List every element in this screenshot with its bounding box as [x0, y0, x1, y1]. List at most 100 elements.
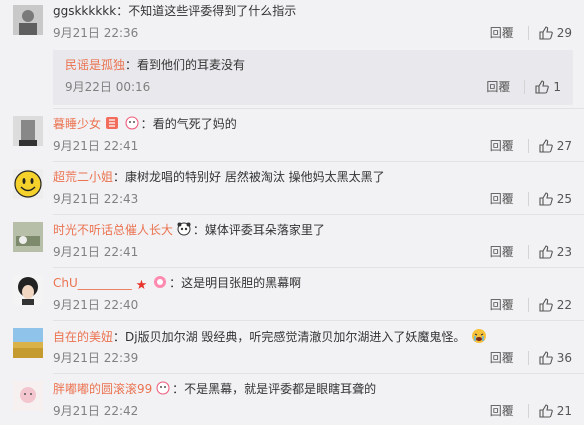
- comment-text: 不是黑幕，就是评委都是眼瞎耳聋的: [184, 382, 377, 396]
- comment-text: 看到他们的耳麦没有: [137, 58, 246, 72]
- comment-item: ChU_________ ★ ：这是明目张胆的黑幕啊 9月21日 22:40 回…: [0, 271, 584, 321]
- like-count: 29: [556, 26, 572, 40]
- comment-separator: ：: [169, 276, 182, 290]
- comment-item: 时光不听话总催人长大 ：媒体评委耳朵落家里了 9月21日 22:41 回覆 23: [0, 218, 584, 268]
- username-link[interactable]: 超荒二小姐: [53, 170, 113, 184]
- username-link[interactable]: 暮睡少女: [53, 117, 101, 131]
- username-link[interactable]: 时光不听话总催人长大: [53, 223, 173, 237]
- comment-text: 不知道这些评委得到了什么指示: [128, 4, 297, 18]
- thumbs-up-icon: [539, 245, 553, 259]
- like-count: 21: [556, 404, 572, 418]
- divider: [53, 214, 584, 215]
- avatar[interactable]: [13, 275, 43, 305]
- thumbs-up-icon: [539, 139, 553, 153]
- avatar[interactable]: [13, 328, 43, 358]
- comment-item: 自在的美妞：Dj版贝加尔湖 毁经典，听完感觉清澈贝加尔湖进入了妖魔鬼怪。 9月2…: [0, 324, 584, 374]
- like-count: 1: [553, 80, 561, 94]
- comment-text: 这是明目张胆的黑幕啊: [181, 276, 302, 290]
- comment-time: 9月21日 22:39: [53, 351, 139, 365]
- username-link[interactable]: 胖嘟嘟的圆滚滚99: [53, 382, 152, 396]
- comment-text: 看的气死了妈的: [152, 117, 237, 131]
- divider: [524, 80, 526, 94]
- crying-emoji-icon: [472, 329, 487, 343]
- reply-button[interactable]: 回覆: [490, 403, 514, 419]
- thumbs-up-icon: [535, 80, 550, 94]
- avatar[interactable]: [13, 116, 43, 146]
- comment-separator: ：: [113, 330, 126, 344]
- like-button[interactable]: 36: [539, 350, 572, 366]
- star-icon: ★: [135, 278, 148, 293]
- avatar[interactable]: [13, 169, 43, 199]
- username-link[interactable]: 民谣是孤独: [65, 58, 125, 72]
- divider: [527, 245, 529, 259]
- like-button[interactable]: 22: [539, 297, 572, 313]
- avatar[interactable]: [13, 381, 43, 411]
- avatar[interactable]: [13, 5, 43, 35]
- avatar[interactable]: [13, 222, 43, 252]
- divider: [527, 26, 529, 40]
- divider: [53, 320, 584, 321]
- divider: [53, 267, 584, 268]
- reply-button[interactable]: 回覆: [490, 191, 514, 207]
- like-count: 27: [556, 139, 572, 153]
- comment-time: 9月22日 00:16: [65, 80, 151, 94]
- reply-button[interactable]: 回覆: [486, 79, 510, 95]
- reply-button[interactable]: 回覆: [490, 297, 514, 313]
- comment-item: ggskkkkkk：不知道这些评委得到了什么指示 9月21日 22:36 回覆 …: [0, 0, 584, 123]
- comment-text: 康树龙唱的特别好 居然被淘汰 操他妈太黑太黑了: [125, 170, 385, 184]
- thumbs-up-icon: [539, 192, 553, 206]
- comment-time: 9月21日 22:41: [53, 139, 139, 153]
- comment-separator: ：: [125, 58, 138, 72]
- comment-text: Dj版贝加尔湖 毁经典，听完感觉清澈贝加尔湖进入了妖魔鬼怪。: [125, 330, 466, 344]
- comment-time: 9月21日 22:43: [53, 192, 139, 206]
- like-count: 25: [556, 192, 572, 206]
- comment-item: 胖嘟嘟的圆滚滚99 ：不是黑幕，就是评委都是眼瞎耳聋的 9月21日 22:42 …: [0, 377, 584, 425]
- comment-separator: ：: [140, 117, 153, 131]
- comment-time: 9月21日 22:41: [53, 245, 139, 259]
- thumbs-up-icon: [539, 298, 553, 312]
- emoji-badge-icon: [125, 116, 139, 130]
- comment-item: 超荒二小姐：康树龙唱的特别好 居然被淘汰 操他妈太黑太黑了 9月21日 22:4…: [0, 165, 584, 215]
- thumbs-up-icon: [539, 351, 553, 365]
- reply-button[interactable]: 回覆: [490, 350, 514, 366]
- thumbs-up-icon: [539, 404, 553, 418]
- comment-separator: ：: [116, 4, 129, 18]
- comment-separator: ：: [113, 170, 126, 184]
- username-link[interactable]: ChU_________: [53, 276, 132, 290]
- divider: [527, 298, 529, 312]
- comment-text: 媒体评委耳朵落家里了: [204, 223, 325, 237]
- like-button[interactable]: 23: [539, 244, 572, 260]
- like-button[interactable]: 1: [535, 79, 561, 95]
- panda-emoji-icon: [177, 222, 191, 236]
- member-badge-icon: [105, 117, 118, 129]
- comment-time: 9月21日 22:40: [53, 298, 139, 312]
- emoji-badge-icon: [156, 381, 170, 395]
- divider: [527, 139, 529, 153]
- sub-comment: 民谣是孤独：看到他们的耳麦没有 9月22日 00:16 回覆 1: [53, 50, 573, 105]
- comment-time: 9月21日 22:42: [53, 404, 139, 418]
- divider: [527, 404, 529, 418]
- divider: [527, 351, 529, 365]
- like-button[interactable]: 27: [539, 138, 572, 154]
- emoji-badge-icon: [154, 276, 167, 288]
- username-link[interactable]: ggskkkkkk: [53, 4, 116, 18]
- like-count: 23: [556, 245, 572, 259]
- reply-button[interactable]: 回覆: [490, 138, 514, 154]
- like-count: 36: [556, 351, 572, 365]
- like-button[interactable]: 25: [539, 191, 572, 207]
- reply-button[interactable]: 回覆: [490, 25, 514, 41]
- comment-separator: ：: [192, 223, 205, 237]
- divider: [527, 192, 529, 206]
- like-button[interactable]: 21: [539, 403, 572, 419]
- like-count: 22: [556, 298, 572, 312]
- divider: [53, 373, 584, 374]
- comment-item: 暮睡少女 ：看的气死了妈的 9月21日 22:41 回覆 27: [0, 112, 584, 162]
- comment-separator: ：: [172, 382, 185, 396]
- username-link[interactable]: 自在的美妞: [53, 330, 113, 344]
- comment-time: 9月21日 22:36: [53, 26, 139, 40]
- divider: [53, 108, 584, 109]
- like-button[interactable]: 29: [539, 25, 572, 41]
- divider: [53, 161, 584, 162]
- thumbs-up-icon: [539, 26, 553, 40]
- reply-button[interactable]: 回覆: [490, 244, 514, 260]
